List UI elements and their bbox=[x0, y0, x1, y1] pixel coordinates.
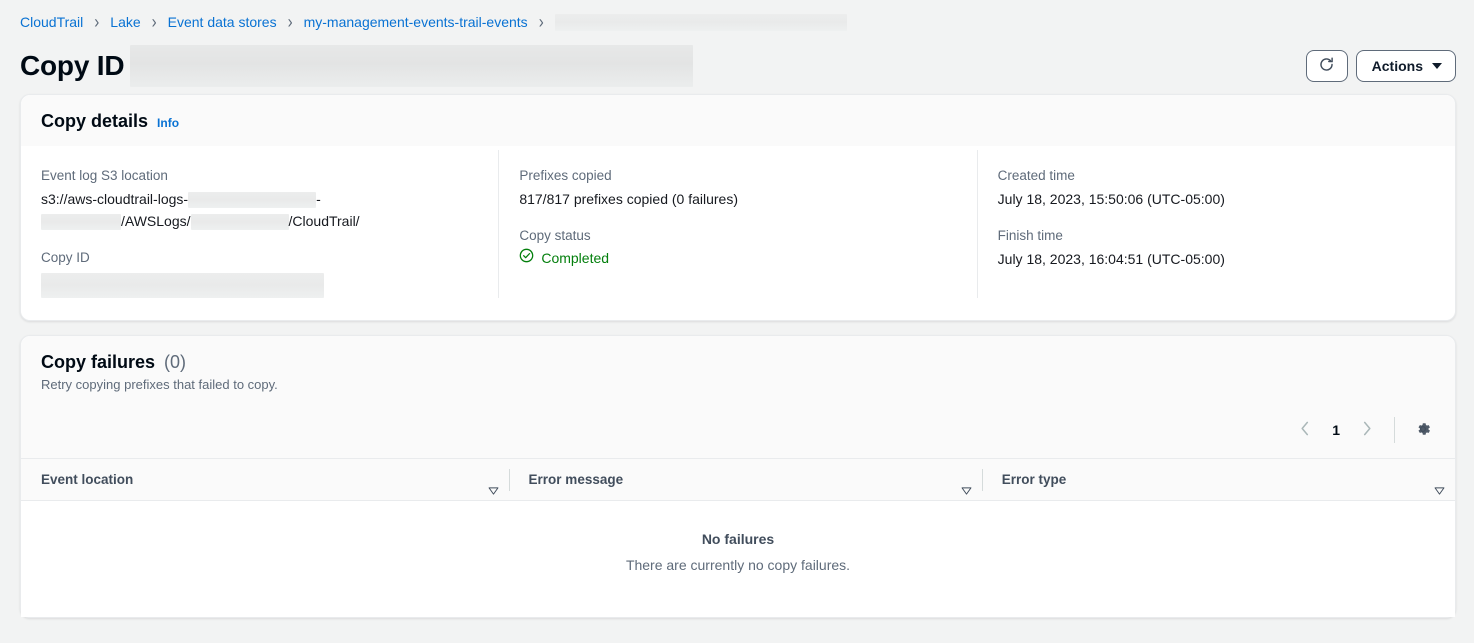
copy-details-title: Copy details bbox=[41, 111, 148, 132]
chevron-left-icon bbox=[1300, 421, 1310, 439]
page-title-group: Copy ID bbox=[20, 31, 693, 101]
field-label: Created time bbox=[998, 168, 1433, 183]
breadcrumb-separator-icon: › bbox=[288, 11, 293, 32]
pagination-next-button[interactable] bbox=[1352, 415, 1382, 445]
sort-triangle-icon bbox=[483, 476, 493, 483]
breadcrumb-separator-icon: › bbox=[152, 11, 157, 32]
breadcrumb: CloudTrail › Lake › Event data stores › … bbox=[0, 0, 1474, 32]
copy-failures-card: Copy failures (0) Retry copying prefixes… bbox=[20, 335, 1456, 618]
toolbar-divider bbox=[1394, 417, 1395, 443]
page-root: CloudTrail › Lake › Event data stores › … bbox=[0, 0, 1474, 643]
s3-prefix-text: s3://aws-cloudtrail-logs- bbox=[41, 191, 188, 207]
copy-failures-count: (0) bbox=[164, 352, 186, 373]
field-copy-status: Copy status Completed bbox=[519, 228, 954, 268]
breadcrumb-item-event-data-stores[interactable]: Event data stores bbox=[168, 14, 277, 30]
table-body: No failures There are currently no copy … bbox=[21, 501, 1455, 618]
status-badge: Completed bbox=[519, 248, 954, 268]
chevron-down-icon bbox=[1432, 63, 1442, 69]
table-preferences-button[interactable] bbox=[1407, 414, 1439, 446]
copy-failures-header: Copy failures (0) Retry copying prefixes… bbox=[21, 336, 1455, 406]
pagination-prev-button[interactable] bbox=[1290, 415, 1320, 445]
refresh-icon bbox=[1318, 56, 1335, 76]
s3-redacted-segment bbox=[191, 214, 289, 230]
page-title-redacted-value bbox=[130, 45, 693, 87]
field-value: July 18, 2023, 16:04:51 (UTC-05:00) bbox=[998, 248, 1433, 270]
field-label: Event log S3 location bbox=[41, 168, 476, 183]
column-header-error-message[interactable]: Error message bbox=[509, 459, 982, 501]
column-header-label: Event location bbox=[41, 472, 133, 487]
breadcrumb-item-cloudtrail[interactable]: CloudTrail bbox=[20, 14, 83, 30]
copy-details-info-link[interactable]: Info bbox=[157, 116, 179, 130]
field-finish-time: Finish time July 18, 2023, 16:04:51 (UTC… bbox=[998, 228, 1433, 270]
actions-button-label: Actions bbox=[1372, 58, 1423, 74]
s3-tail-text: /CloudTrail/ bbox=[289, 213, 360, 229]
breadcrumb-separator-icon: › bbox=[539, 11, 544, 32]
copy-failures-description: Retry copying prefixes that failed to co… bbox=[41, 377, 1435, 392]
field-label: Copy ID bbox=[41, 250, 476, 265]
field-event-log-s3-location: Event log S3 location s3://aws-cloudtrai… bbox=[41, 168, 476, 232]
breadcrumb-item-redacted bbox=[555, 14, 847, 31]
field-value: s3://aws-cloudtrail-logs- - /AWSLogs/ /Clo… bbox=[41, 188, 476, 232]
copy-details-card: Copy details Info Event log S3 location … bbox=[20, 94, 1456, 321]
column-header-label: Error type bbox=[1002, 472, 1067, 487]
section-gap bbox=[0, 321, 1474, 335]
sort-triangle-icon bbox=[956, 476, 966, 483]
s3-suffix-text: - bbox=[316, 191, 321, 207]
breadcrumb-item-event-data-store-name[interactable]: my-management-events-trail-events bbox=[304, 14, 528, 30]
pagination: 1 bbox=[1290, 415, 1382, 445]
copy-failures-title: Copy failures bbox=[41, 352, 155, 373]
copy-details-header: Copy details Info bbox=[21, 95, 1455, 146]
chevron-right-icon bbox=[1362, 421, 1372, 439]
details-column-1: Event log S3 location s3://aws-cloudtrai… bbox=[21, 150, 498, 298]
field-prefixes-copied: Prefixes copied 817/817 prefixes copied … bbox=[519, 168, 954, 210]
table-empty-row: No failures There are currently no copy … bbox=[21, 501, 1455, 618]
gear-icon bbox=[1414, 420, 1432, 441]
copy-failures-table: Event location Error message bbox=[21, 458, 1455, 617]
column-header-event-location[interactable]: Event location bbox=[21, 459, 509, 501]
s3-mid-text: /AWSLogs/ bbox=[121, 213, 191, 229]
table-toolbar: 1 bbox=[21, 406, 1455, 458]
breadcrumb-item-lake[interactable]: Lake bbox=[110, 14, 140, 30]
field-copy-id: Copy ID bbox=[41, 250, 476, 298]
page-title: Copy ID bbox=[20, 50, 124, 82]
pagination-page-1[interactable]: 1 bbox=[1322, 422, 1350, 438]
page-header: Copy ID Actions bbox=[0, 32, 1474, 94]
column-header-error-type[interactable]: Error type bbox=[982, 459, 1455, 501]
copy-id-redacted-value bbox=[41, 273, 324, 298]
field-value: July 18, 2023, 15:50:06 (UTC-05:00) bbox=[998, 188, 1433, 210]
details-column-3: Created time July 18, 2023, 15:50:06 (UT… bbox=[977, 150, 1455, 298]
column-header-label: Error message bbox=[529, 472, 624, 487]
s3-redacted-segment bbox=[41, 214, 121, 230]
s3-redacted-segment bbox=[188, 192, 316, 208]
empty-state-subtitle: There are currently no copy failures. bbox=[21, 557, 1455, 573]
refresh-button[interactable] bbox=[1306, 50, 1348, 82]
details-column-2: Prefixes copied 817/817 prefixes copied … bbox=[498, 150, 976, 298]
field-label: Copy status bbox=[519, 228, 954, 243]
copy-details-body: Event log S3 location s3://aws-cloudtrai… bbox=[21, 146, 1455, 320]
header-actions: Actions bbox=[1306, 50, 1456, 82]
check-circle-icon bbox=[519, 248, 534, 268]
actions-button[interactable]: Actions bbox=[1356, 50, 1456, 82]
empty-state: No failures There are currently no copy … bbox=[21, 501, 1455, 618]
field-label: Prefixes copied bbox=[519, 168, 954, 183]
field-created-time: Created time July 18, 2023, 15:50:06 (UT… bbox=[998, 168, 1433, 210]
empty-state-title: No failures bbox=[21, 531, 1455, 547]
field-label: Finish time bbox=[998, 228, 1433, 243]
table-header: Event location Error message bbox=[21, 459, 1455, 501]
sort-triangle-icon bbox=[1429, 476, 1439, 483]
status-label: Completed bbox=[541, 250, 609, 266]
field-value: 817/817 prefixes copied (0 failures) bbox=[519, 188, 954, 210]
breadcrumb-separator-icon: › bbox=[94, 11, 99, 32]
table-header-row: Event location Error message bbox=[21, 459, 1455, 501]
